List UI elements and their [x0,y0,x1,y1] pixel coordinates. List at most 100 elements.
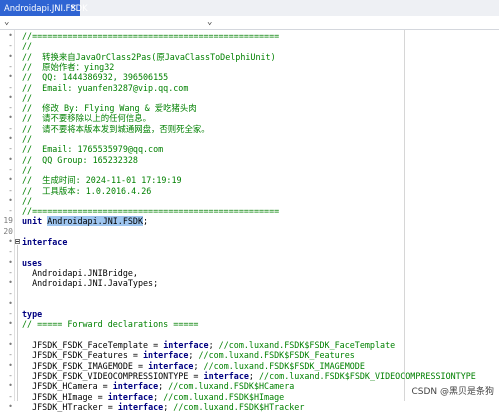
code-line[interactable]: • interface [0,237,499,247]
line-number: - [8,350,13,360]
code-line[interactable]: - Androidapi.JNIBridge, [0,268,499,278]
code-line[interactable]: • // 转换来自JavaOrClass2Pas(原JavaClassToDelp… [0,52,499,62]
code-token: // [22,195,33,206]
code-text: // QQ: 1444386932, 396506155 [22,72,168,82]
code-line[interactable]: - [0,330,499,340]
code-token: // 请不要将本版本发到城通网盘，否则死全家。 [22,123,210,134]
code-line[interactable]: -// Email: yuanfen3287@vip.qq.com [0,83,499,93]
code-line[interactable]: • //=====================================… [0,31,499,41]
code-token: interface [148,360,194,371]
code-line[interactable]: - type [0,309,499,319]
line-number: • [8,319,13,329]
code-token: // QQ Group: 165232328 [22,154,138,165]
line-number: • [8,92,13,102]
code-text: JFSDK_FSDK_VIDEOCOMPRESSIONTYPE = interf… [22,371,476,381]
code-text: uses [22,258,42,268]
code-text: JFSDK_FSDK_Features = interface; //com.l… [22,350,355,360]
code-line[interactable]: • JFSDK_HTracker = interface; //com.luxa… [0,402,499,412]
code-token: interface [22,237,68,247]
code-text: unit Androidapi.JNI.FSDK; [22,216,149,227]
code-token: ; [158,381,169,392]
code-text: // [22,134,32,144]
code-text: // [22,196,32,206]
code-line[interactable]: -// 原始作者：ying32 [0,62,499,72]
code-token: JFSDK_HImage = [22,391,108,402]
code-line[interactable]: 19 unit Androidapi.JNI.FSDK; [0,216,499,227]
class-dropdown-chevron-down-icon[interactable]: ⌄ [4,16,9,29]
line-number: • [8,154,13,164]
code-text: // Email: 1765535979@qq.com [22,144,163,154]
code-line[interactable]: • JFSDK_FSDK_IMAGEMODE = interface; //co… [0,361,499,371]
line-number: - [8,370,13,380]
code-token: //======================================… [22,31,280,41]
code-line[interactable]: • // [0,196,499,206]
line-number: 20 [3,226,13,236]
method-dropdown-chevron-down-icon[interactable]: ⌄ [207,16,212,29]
line-number: • [8,401,13,411]
code-line[interactable]: -// [0,41,499,51]
code-token: //com.luxand.FSDK$FSDK_IMAGEMODE [203,360,365,371]
line-number: • [8,31,13,40]
code-line[interactable]: - [0,247,499,257]
line-number: - [8,144,13,154]
code-line[interactable]: - [0,289,499,299]
code-line[interactable]: • uses [0,258,499,268]
code-line[interactable]: • // QQ: 1444386932, 396506155 [0,72,499,82]
code-editor[interactable]: • //=====================================… [0,30,499,412]
code-line[interactable]: -// Email: 1765535979@qq.com [0,144,499,154]
code-token: ; [163,401,174,412]
code-token: // 生成时间: 2024-11-01 17:19:19 [22,175,182,186]
code-token: interface [163,340,209,350]
code-token: interface [117,401,164,412]
code-token: JFSDK_FSDK_VIDEOCOMPRESSIONTYPE = [22,370,204,381]
code-line[interactable]: • JFSDK_FSDK_FaceTemplate = interface; /… [0,340,499,350]
code-text: // [22,41,32,51]
code-text: JFSDK_FSDK_IMAGEMODE = interface; //com.… [22,361,365,371]
code-text: // [22,93,32,103]
code-text: // [22,165,32,175]
code-text: Androidapi.JNIBridge, [22,268,138,278]
code-line[interactable]: • // 请不要移除以上的任何信息。 [0,113,499,123]
code-token: JFSDK_HTracker = [22,401,118,412]
code-text: JFSDK_HTracker = interface; //com.luxand… [22,402,304,412]
code-token: // 修改 By: Flying Wang & 爱吃猪头肉 [22,103,197,114]
close-icon[interactable]: × [69,0,77,16]
line-number: - [8,206,13,216]
code-text: // QQ Group: 165232328 [22,155,138,165]
code-line[interactable]: -// [0,165,499,175]
code-line[interactable]: - JFSDK_FSDK_Features = interface; //com… [0,350,499,360]
code-line[interactable]: -// 修改 By: Flying Wang & 爱吃猪头肉 [0,103,499,113]
tab-androidapi-jni-fsdk[interactable]: Androidapi.JNI.FSDK × [0,0,88,16]
code-token: type [22,309,43,320]
code-token: ; [248,370,260,381]
code-line[interactable]: • // [0,134,499,144]
line-number: - [8,391,13,401]
code-line[interactable]: -// 工具版本: 1.0.2016.4.26 [0,186,499,196]
code-token: //com.luxand.FSDK$FSDK_VIDEOCOMPRESSIONT… [259,370,476,381]
code-line[interactable]: • // 生成时间: 2024-11-01 17:19:19 [0,175,499,185]
code-line[interactable]: • Androidapi.JNI.JavaTypes; [0,278,499,288]
code-line[interactable]: -//=====================================… [0,206,499,216]
code-line[interactable]: - JFSDK_FSDK_VIDEOCOMPRESSIONTYPE = inte… [0,371,499,381]
code-token: unit [22,216,43,227]
line-number: • [8,237,13,246]
line-number: 19 [3,216,13,226]
code-token: //com.luxand.FSDK$HTracker [173,401,305,412]
line-number: • [8,175,13,185]
code-text: JFSDK_FSDK_FaceTemplate = interface; //c… [22,340,395,350]
selected-text: Androidapi.JNI.FSDK [47,216,144,227]
code-line[interactable]: -// 请不要将本版本发到城通网盘，否则死全家。 [0,124,499,134]
code-token: interface [112,381,159,392]
code-line[interactable]: • // [0,93,499,103]
line-number: • [8,381,13,391]
line-number: - [8,185,13,195]
code-text: Androidapi.JNI.JavaTypes; [22,278,158,288]
code-line[interactable]: • [0,299,499,309]
code-token: ; [143,216,149,227]
code-token: //com.luxand.FSDK$HCamera [168,381,295,392]
code-line[interactable]: • // QQ Group: 165232328 [0,155,499,165]
code-line[interactable]: • // ===== Forward declarations ===== [0,319,499,329]
code-line[interactable]: 20 [0,227,499,237]
fold-toggle-icon[interactable] [15,239,20,244]
code-token: //com.luxand.FSDK$FSDK_Features [198,350,355,361]
